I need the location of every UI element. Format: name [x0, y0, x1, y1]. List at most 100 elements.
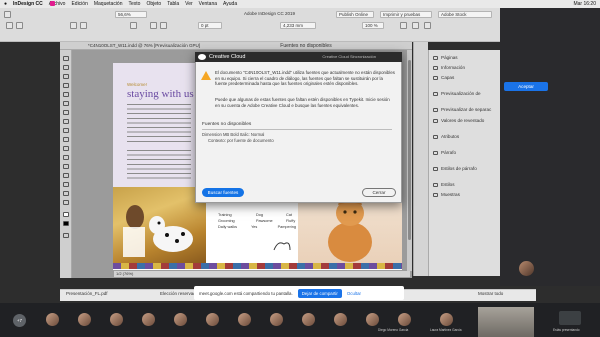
flip-icon[interactable] — [130, 22, 137, 29]
document-status-bar: 1/2 (76%) — [114, 271, 410, 277]
selection-tool-icon[interactable] — [63, 56, 69, 61]
shear-icon[interactable] — [80, 22, 87, 29]
missing-font-name[interactable]: Dimension MB Bold Italic: Normal — [202, 132, 264, 137]
page-number[interactable]: 1/2 (76%) — [116, 271, 133, 276]
workspace-select[interactable]: Imprimir y pruebas — [380, 11, 432, 18]
pencil-tool-icon[interactable] — [63, 119, 69, 124]
page-color-stripe — [113, 263, 402, 269]
panels-list: Páginas Información Capas Previsualizaci… — [428, 50, 500, 276]
page-tool-icon[interactable] — [63, 74, 69, 79]
panel-item-estilos-parrafo[interactable]: Estilos de párrafo — [433, 165, 477, 173]
offset-field[interactable]: 4,233 mm — [280, 22, 316, 29]
eyedropper-tool-icon[interactable] — [63, 182, 69, 187]
adobe-stock-search[interactable]: Adobe Stock — [438, 11, 492, 18]
table-row: Daily walks Yes Pampering — [218, 225, 296, 229]
panel-item-separaciones[interactable]: Previsualizar de separac — [433, 106, 491, 114]
zoom-tool-icon[interactable] — [63, 200, 69, 205]
direct-selection-tool-icon[interactable] — [63, 65, 69, 70]
publish-online-button[interactable]: Publish Online — [336, 11, 374, 18]
screen-share-bar: meet.google.com está compartiendo tu pan… — [194, 286, 404, 300]
rectangle-tool-icon[interactable] — [63, 137, 69, 142]
scissors-tool-icon[interactable] — [63, 146, 69, 151]
zoom-field[interactable]: 56,6% — [115, 11, 147, 18]
indesign-home-icon[interactable] — [4, 11, 11, 18]
panel-item-paginas[interactable]: Páginas — [433, 54, 458, 62]
stroke-weight-field[interactable]: 0 pt — [198, 22, 222, 29]
vertical-scroll-thumb[interactable] — [408, 60, 411, 240]
frame-fill-icon[interactable] — [150, 22, 157, 29]
menu-texto[interactable]: Texto — [129, 1, 141, 7]
menu-tabla[interactable]: Tabla — [167, 1, 179, 7]
rectangle-frame-tool-icon[interactable] — [63, 128, 69, 133]
panel-item-capas[interactable]: Capas — [433, 74, 454, 82]
meet-side-panel — [500, 8, 600, 286]
page-welcome-text: Welcome! — [127, 82, 147, 87]
gradient-tool-icon[interactable] — [63, 164, 69, 169]
rotate-icon[interactable] — [70, 22, 77, 29]
app-menu[interactable]: InDesign CC — [13, 1, 43, 7]
type-tool-icon[interactable] — [63, 92, 69, 97]
show-all-button[interactable]: Mostrar todo — [478, 291, 503, 296]
fill-swatch-icon[interactable] — [63, 212, 69, 217]
menu-ventana[interactable]: Ventana — [199, 1, 217, 7]
stroke-icon[interactable] — [160, 22, 167, 29]
gap-tool-icon[interactable] — [63, 83, 69, 88]
share-status-text: meet.google.com está compartiendo tu pan… — [199, 290, 293, 296]
transform-tool-icon[interactable] — [63, 155, 69, 160]
menu-edicion[interactable]: Edición — [71, 1, 87, 7]
apple-icon[interactable]: ● — [4, 1, 7, 7]
align-icon[interactable] — [16, 22, 23, 29]
menu-objeto[interactable]: Objeto — [146, 1, 161, 7]
mac-menu-bar: ● InDesign CC Archivo Edición Maquetació… — [0, 0, 600, 8]
more-participants-badge[interactable]: +7 — [13, 314, 26, 327]
hand-tool-icon[interactable] — [63, 191, 69, 196]
download-item[interactable]: Presentación_FL.pdf — [66, 291, 108, 296]
stop-sharing-button[interactable]: Dejar de compartir — [297, 288, 342, 298]
preview-mode-icon[interactable] — [63, 233, 69, 238]
participant-name: Laura Martinez Garcia — [430, 328, 462, 332]
opacity-field[interactable]: 100 % — [362, 22, 384, 29]
panel-item-muestras[interactable]: Muestras — [433, 191, 460, 199]
avatar — [270, 313, 283, 326]
self-video-tile[interactable] — [478, 307, 534, 337]
presenting-label: Estás presentando — [553, 328, 580, 332]
close-button[interactable]: Cerrar — [362, 188, 396, 197]
swatches-icon — [433, 193, 438, 197]
paragraph-styles-icon — [433, 167, 438, 171]
hide-button[interactable]: Ocultar — [347, 291, 361, 296]
attributes-icon — [433, 135, 438, 139]
presenting-tile[interactable] — [559, 311, 581, 325]
avatar — [110, 313, 123, 326]
avatar — [206, 313, 219, 326]
dialog-header: Creative Cloud Creative Cloud Sincroniza… — [195, 52, 402, 62]
selection-icon[interactable] — [6, 22, 13, 29]
panel-item-reventado[interactable]: Valores de reventado — [433, 117, 484, 125]
trap-icon — [433, 119, 438, 123]
panel-item-informacion[interactable]: Información — [433, 64, 465, 72]
menu-maquetacion[interactable]: Maquetación — [94, 1, 123, 7]
paragraph-icon — [433, 151, 438, 155]
search-fonts-button[interactable]: Buscar fuentes — [202, 188, 244, 197]
menu-ver[interactable]: Ver — [185, 1, 193, 7]
panel-item-previsualizacion[interactable]: Previsualización de — [433, 90, 481, 98]
panel-item-atributos[interactable]: Atributos — [433, 133, 459, 141]
panel-item-parrafo[interactable]: Párrafo — [433, 149, 456, 157]
pen-tool-icon[interactable] — [63, 110, 69, 115]
services-table: Training Dog Cat Grooming Pawsome Fluffy Dai… — [218, 212, 296, 230]
panel-item-estilos[interactable]: Estilos — [433, 181, 455, 189]
stroke-swatch-icon[interactable] — [63, 221, 69, 226]
avatar — [174, 313, 187, 326]
menu-ayuda[interactable]: Ayuda — [223, 1, 237, 7]
effects-icon[interactable] — [400, 22, 407, 29]
fit-content-icon[interactable] — [424, 22, 431, 29]
avatar — [142, 313, 155, 326]
page-heading: staying with us — [127, 88, 194, 100]
line-tool-icon[interactable] — [63, 101, 69, 106]
accept-button[interactable]: Aceptar — [504, 82, 548, 91]
fit-frame-icon[interactable] — [412, 22, 419, 29]
warning-icon — [201, 71, 211, 80]
note-tool-icon[interactable] — [63, 173, 69, 178]
divider — [202, 129, 392, 130]
cat-sketch-icon — [272, 238, 292, 252]
dialog-message: El documento "C4N10OLST_W11.indd" utiliz… — [215, 70, 395, 86]
